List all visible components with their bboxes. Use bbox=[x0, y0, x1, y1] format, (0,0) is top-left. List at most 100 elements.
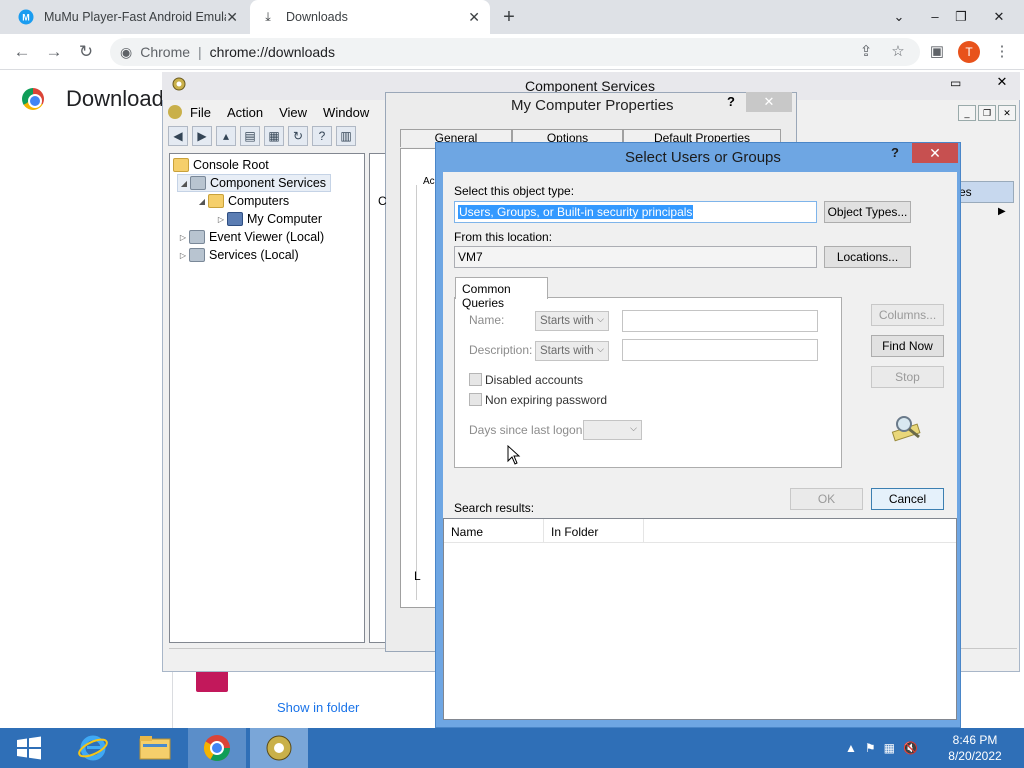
forward-icon[interactable]: → bbox=[40, 38, 68, 66]
tree-item-console-root[interactable]: Console Root bbox=[173, 156, 269, 174]
tab-downloads[interactable]: ⤓ Downloads ✕ bbox=[250, 0, 490, 34]
back-arrow-icon[interactable]: ◀ bbox=[168, 126, 188, 146]
select-value: Starts with bbox=[540, 315, 594, 327]
location-field[interactable]: VM7 bbox=[454, 246, 817, 268]
menu-action[interactable]: Action bbox=[227, 105, 263, 120]
tree-item-component-services[interactable]: ◢ Component Services bbox=[177, 174, 332, 192]
actions-header[interactable]: es bbox=[952, 181, 1014, 203]
new-tab-button[interactable]: + bbox=[498, 6, 520, 28]
column-header-name[interactable]: Name bbox=[444, 519, 544, 543]
close-tab-icon[interactable]: ✕ bbox=[468, 9, 480, 26]
disabled-accounts-checkbox[interactable] bbox=[469, 373, 482, 386]
show-in-folder-link[interactable]: Show in folder bbox=[277, 700, 359, 715]
network-icon[interactable]: ▦ bbox=[884, 741, 895, 755]
clock-time: 8:46 PM bbox=[952, 733, 998, 747]
side-panel-icon[interactable]: ▣ bbox=[926, 41, 948, 63]
column-header-in-folder[interactable]: In Folder bbox=[544, 519, 644, 543]
description-input[interactable] bbox=[622, 339, 818, 361]
tab-common-queries[interactable]: Common Queries bbox=[455, 277, 548, 310]
reload-icon[interactable]: ↻ bbox=[72, 38, 100, 66]
taskbar-component-services[interactable] bbox=[250, 728, 308, 768]
chevron-down-icon: ⌵ bbox=[597, 344, 604, 354]
taskbar-ie[interactable] bbox=[64, 728, 122, 768]
action-pane-icon[interactable]: ▥ bbox=[336, 126, 356, 146]
tree-item-label: Component Services bbox=[210, 176, 327, 190]
close-tab-icon[interactable]: ✕ bbox=[226, 9, 238, 26]
object-type-field[interactable]: Users, Groups, or Built-in security prin… bbox=[454, 201, 817, 223]
non-expiring-label: Non expiring password bbox=[485, 393, 608, 407]
start-button[interactable] bbox=[0, 728, 58, 768]
child-minimize-button[interactable]: _ bbox=[958, 105, 976, 121]
name-input[interactable] bbox=[622, 310, 818, 332]
object-types-button[interactable]: Object Types... bbox=[824, 201, 911, 223]
restore-button[interactable]: ❐ bbox=[944, 0, 978, 34]
mmc-restore-button[interactable]: ▭ bbox=[950, 76, 961, 90]
menu-window[interactable]: Window bbox=[323, 105, 369, 120]
properties-close-button[interactable]: ✕ bbox=[746, 92, 792, 112]
tab-search-icon[interactable]: ⌄ bbox=[882, 0, 916, 34]
tab-mumu[interactable]: M MuMu Player-Fast Android Emula ✕ bbox=[8, 0, 248, 34]
computer-icon bbox=[227, 212, 243, 226]
tree-item-event-viewer[interactable]: ▷ Event Viewer (Local) bbox=[177, 228, 324, 246]
mmc-close-button[interactable]: ✕ bbox=[988, 74, 1016, 90]
find-now-button[interactable]: Find Now bbox=[871, 335, 944, 357]
cancel-button[interactable]: Cancel bbox=[871, 488, 944, 510]
search-results-list[interactable] bbox=[443, 518, 957, 720]
days-since-logon-label: Days since last logon: bbox=[469, 423, 586, 437]
taskbar-clock[interactable]: 8:46 PM 8/20/2022 bbox=[940, 732, 1010, 764]
folder-icon bbox=[208, 194, 224, 208]
collapse-arrow-icon[interactable]: ▷ bbox=[177, 233, 189, 242]
services-icon bbox=[189, 248, 205, 262]
dialog-help-icon[interactable]: ? bbox=[891, 145, 899, 160]
tree-item-computers[interactable]: ◢ Computers bbox=[196, 192, 289, 210]
taskbar-explorer[interactable] bbox=[126, 728, 184, 768]
name-match-select[interactable]: Starts with ⌵ bbox=[535, 311, 609, 331]
menu-app-icon[interactable] bbox=[168, 105, 182, 119]
mmc-child-controls: _ ❐ ✕ bbox=[958, 105, 1016, 121]
tree-item-services[interactable]: ▷ Services (Local) bbox=[177, 246, 299, 264]
collapse-arrow-icon[interactable]: ▷ bbox=[215, 215, 227, 224]
menu-view[interactable]: View bbox=[279, 105, 307, 120]
component-services-icon bbox=[266, 735, 292, 761]
show-hide-tree-icon[interactable]: ▤ bbox=[240, 126, 260, 146]
ok-button[interactable]: OK bbox=[790, 488, 863, 510]
days-since-logon-select[interactable]: ⌵ bbox=[583, 420, 642, 440]
child-close-button[interactable]: ✕ bbox=[998, 105, 1016, 121]
properties-group-label: Ac bbox=[423, 176, 435, 187]
address-bar[interactable]: ◉ Chrome | chrome://downloads bbox=[110, 38, 920, 66]
description-match-select[interactable]: Starts with ⌵ bbox=[535, 341, 609, 361]
page-title: Downloads bbox=[66, 86, 175, 111]
share-icon[interactable]: ⇪ bbox=[855, 41, 877, 63]
expand-arrow-icon[interactable]: ◢ bbox=[178, 179, 190, 188]
collapse-arrow-icon[interactable]: ▷ bbox=[177, 251, 189, 260]
site-info-icon[interactable]: ◉ bbox=[120, 44, 132, 61]
refresh-icon[interactable]: ↻ bbox=[288, 126, 308, 146]
tab-title: MuMu Player-Fast Android Emula bbox=[44, 10, 227, 24]
menu-icon[interactable]: ⋮ bbox=[991, 41, 1013, 63]
stop-button[interactable]: Stop bbox=[871, 366, 944, 388]
flag-icon[interactable]: ⚑ bbox=[865, 741, 876, 755]
non-expiring-checkbox[interactable] bbox=[469, 393, 482, 406]
volume-muted-icon[interactable]: 🔇 bbox=[903, 741, 918, 755]
menu-file[interactable]: File bbox=[190, 105, 211, 120]
dialog-close-button[interactable]: ✕ bbox=[912, 143, 958, 163]
locations-button[interactable]: Locations... bbox=[824, 246, 911, 268]
properties-help-icon[interactable]: ? bbox=[727, 94, 735, 109]
expand-arrow-icon[interactable]: ◢ bbox=[196, 197, 208, 206]
forward-arrow-icon[interactable]: ▶ bbox=[192, 126, 212, 146]
tree-item-my-computer[interactable]: ▷ My Computer bbox=[215, 210, 322, 228]
close-window-button[interactable]: ✕ bbox=[982, 0, 1016, 34]
up-folder-icon[interactable]: ▴ bbox=[216, 126, 236, 146]
properties-icon[interactable]: ▦ bbox=[264, 126, 284, 146]
taskbar-chrome[interactable] bbox=[188, 728, 246, 768]
columns-button[interactable]: Columns... bbox=[871, 304, 944, 326]
bookmark-star-icon[interactable]: ☆ bbox=[887, 41, 909, 63]
actions-expand-icon[interactable]: ▶ bbox=[998, 206, 1006, 217]
help-icon[interactable]: ? bbox=[312, 126, 332, 146]
child-restore-button[interactable]: ❐ bbox=[978, 105, 996, 121]
back-icon[interactable]: ← bbox=[8, 38, 36, 66]
windows-logo-icon bbox=[17, 736, 41, 760]
avatar[interactable]: T bbox=[958, 41, 980, 63]
show-hidden-icons-icon[interactable]: ▲ bbox=[845, 741, 857, 755]
mmc-menubar: File Action View Window H bbox=[168, 102, 411, 122]
